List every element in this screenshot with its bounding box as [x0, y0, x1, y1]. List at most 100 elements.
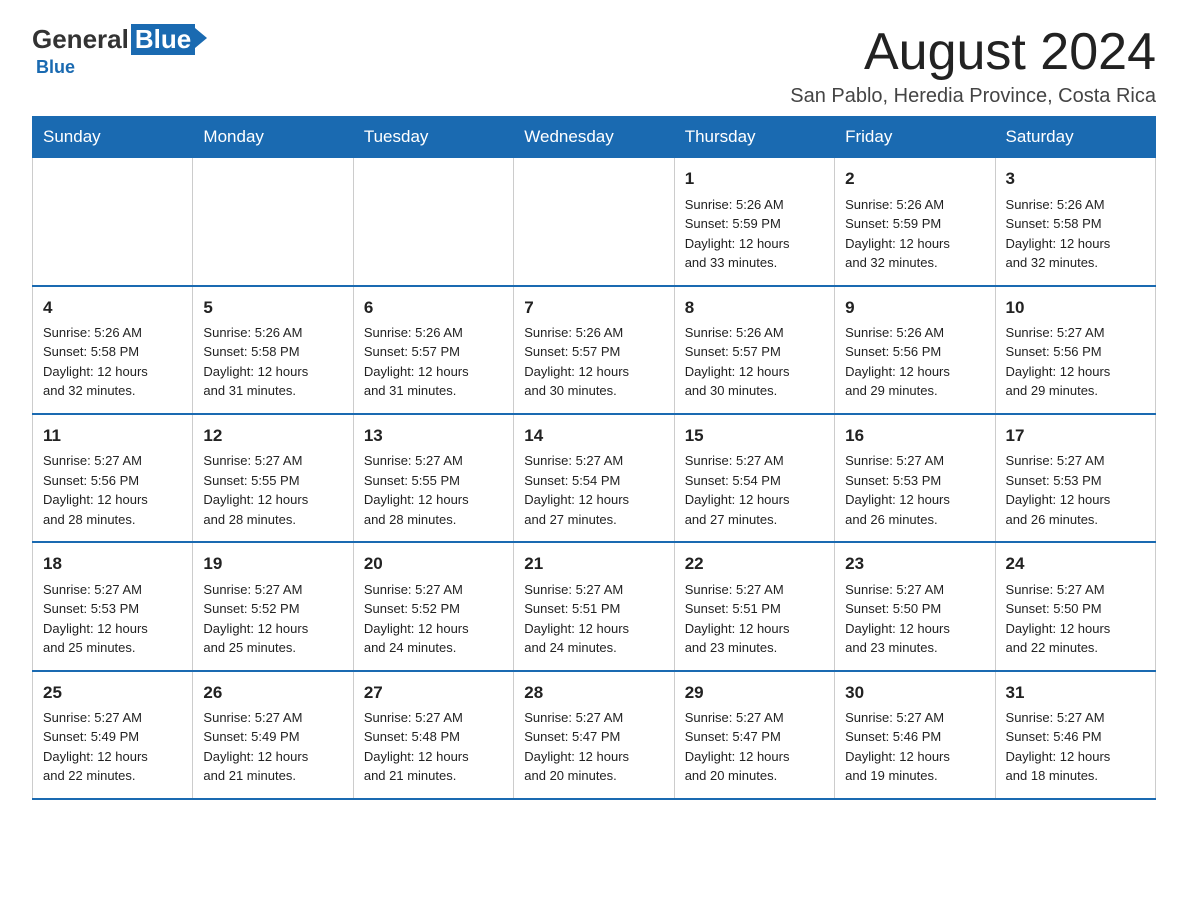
day-number: 12 — [203, 423, 342, 449]
calendar-cell: 5Sunrise: 5:26 AMSunset: 5:58 PMDaylight… — [193, 286, 353, 414]
day-info: Sunrise: 5:27 AMSunset: 5:46 PMDaylight:… — [845, 708, 984, 786]
day-info: Sunrise: 5:27 AMSunset: 5:48 PMDaylight:… — [364, 708, 503, 786]
day-number: 1 — [685, 166, 824, 192]
calendar-cell: 3 Sunrise: 5:26 AMSunset: 5:58 PMDaylight… — [995, 158, 1155, 286]
header: General Blue Blue August 2024 San Pablo,… — [32, 24, 1156, 108]
day-number: 28 — [524, 680, 663, 706]
calendar-cell: 16Sunrise: 5:27 AMSunset: 5:53 PMDayligh… — [835, 414, 995, 542]
day-number: 6 — [364, 295, 503, 321]
calendar-body: 1 Sunrise: 5:26 AMSunset: 5:59 PMDaylight… — [33, 158, 1156, 799]
title-area: August 2024 San Pablo, Heredia Province,… — [790, 24, 1156, 108]
week-row-3: 11Sunrise: 5:27 AMSunset: 5:56 PMDayligh… — [33, 414, 1156, 542]
calendar-cell: 4Sunrise: 5:26 AMSunset: 5:58 PMDaylight… — [33, 286, 193, 414]
calendar-cell: 23Sunrise: 5:27 AMSunset: 5:50 PMDayligh… — [835, 542, 995, 670]
day-number: 10 — [1006, 295, 1145, 321]
day-info: Sunrise: 5:26 AMSunset: 5:59 PMDaylight:… — [685, 195, 824, 273]
day-info: Sunrise: 5:27 AMSunset: 5:47 PMDaylight:… — [524, 708, 663, 786]
day-info: Sunrise: 5:27 AMSunset: 5:53 PMDaylight:… — [1006, 451, 1145, 529]
day-number: 9 — [845, 295, 984, 321]
calendar-cell — [514, 158, 674, 286]
day-info: Sunrise: 5:26 AMSunset: 5:58 PMDaylight:… — [43, 323, 182, 401]
day-number: 24 — [1006, 551, 1145, 577]
calendar-cell — [193, 158, 353, 286]
day-info: Sunrise: 5:27 AMSunset: 5:56 PMDaylight:… — [1006, 323, 1145, 401]
calendar-cell: 6Sunrise: 5:26 AMSunset: 5:57 PMDaylight… — [353, 286, 513, 414]
calendar-cell: 19 Sunrise: 5:27 AMSunset: 5:52 PMDayligh… — [193, 542, 353, 670]
calendar-cell: 26Sunrise: 5:27 AMSunset: 5:49 PMDayligh… — [193, 671, 353, 799]
day-number: 23 — [845, 551, 984, 577]
calendar-cell: 14Sunrise: 5:27 AMSunset: 5:54 PMDayligh… — [514, 414, 674, 542]
week-row-4: 18 Sunrise: 5:27 AMSunset: 5:53 PMDayligh… — [33, 542, 1156, 670]
calendar-cell: 20Sunrise: 5:27 AMSunset: 5:52 PMDayligh… — [353, 542, 513, 670]
week-row-1: 1 Sunrise: 5:26 AMSunset: 5:59 PMDaylight… — [33, 158, 1156, 286]
day-number: 13 — [364, 423, 503, 449]
month-title: August 2024 — [790, 24, 1156, 81]
day-number: 15 — [685, 423, 824, 449]
day-number: 4 — [43, 295, 182, 321]
day-info: Sunrise: 5:26 AMSunset: 5:57 PMDaylight:… — [685, 323, 824, 401]
day-info: Sunrise: 5:26 AMSunset: 5:59 PMDaylight:… — [845, 195, 984, 273]
calendar-cell — [353, 158, 513, 286]
day-info: Sunrise: 5:27 AMSunset: 5:52 PMDaylight:… — [203, 580, 342, 658]
day-info: Sunrise: 5:27 AMSunset: 5:54 PMDaylight:… — [524, 451, 663, 529]
day-info: Sunrise: 5:27 AMSunset: 5:49 PMDaylight:… — [203, 708, 342, 786]
day-info: Sunrise: 5:27 AMSunset: 5:51 PMDaylight:… — [685, 580, 824, 658]
logo: General Blue Blue — [32, 24, 195, 78]
logo-general-text: General — [32, 24, 129, 55]
weekday-header-thursday: Thursday — [674, 117, 834, 158]
calendar-cell: 21Sunrise: 5:27 AMSunset: 5:51 PMDayligh… — [514, 542, 674, 670]
day-number: 18 — [43, 551, 182, 577]
day-number: 14 — [524, 423, 663, 449]
day-info: Sunrise: 5:26 AMSunset: 5:58 PMDaylight:… — [1006, 195, 1145, 273]
day-number: 3 — [1006, 166, 1145, 192]
day-number: 31 — [1006, 680, 1145, 706]
day-info: Sunrise: 5:27 AMSunset: 5:55 PMDaylight:… — [364, 451, 503, 529]
day-info: Sunrise: 5:27 AMSunset: 5:50 PMDaylight:… — [1006, 580, 1145, 658]
day-number: 25 — [43, 680, 182, 706]
day-info: Sunrise: 5:27 AMSunset: 5:47 PMDaylight:… — [685, 708, 824, 786]
day-number: 19 — [203, 551, 342, 577]
week-row-2: 4Sunrise: 5:26 AMSunset: 5:58 PMDaylight… — [33, 286, 1156, 414]
logo-blue-label: Blue — [36, 57, 75, 78]
calendar-cell: 11Sunrise: 5:27 AMSunset: 5:56 PMDayligh… — [33, 414, 193, 542]
calendar-cell: 30Sunrise: 5:27 AMSunset: 5:46 PMDayligh… — [835, 671, 995, 799]
day-number: 2 — [845, 166, 984, 192]
day-number: 17 — [1006, 423, 1145, 449]
day-info: Sunrise: 5:27 AMSunset: 5:53 PMDaylight:… — [43, 580, 182, 658]
day-info: Sunrise: 5:27 AMSunset: 5:56 PMDaylight:… — [43, 451, 182, 529]
calendar-cell: 2 Sunrise: 5:26 AMSunset: 5:59 PMDaylight… — [835, 158, 995, 286]
day-number: 22 — [685, 551, 824, 577]
day-number: 11 — [43, 423, 182, 449]
logo-blue-box: Blue — [131, 24, 195, 55]
location-title: San Pablo, Heredia Province, Costa Rica — [790, 85, 1156, 108]
calendar-cell: 22 Sunrise: 5:27 AMSunset: 5:51 PMDayligh… — [674, 542, 834, 670]
calendar-cell: 7Sunrise: 5:26 AMSunset: 5:57 PMDaylight… — [514, 286, 674, 414]
day-number: 7 — [524, 295, 663, 321]
day-number: 16 — [845, 423, 984, 449]
day-info: Sunrise: 5:27 AMSunset: 5:52 PMDaylight:… — [364, 580, 503, 658]
calendar-cell: 10Sunrise: 5:27 AMSunset: 5:56 PMDayligh… — [995, 286, 1155, 414]
day-info: Sunrise: 5:27 AMSunset: 5:55 PMDaylight:… — [203, 451, 342, 529]
day-number: 26 — [203, 680, 342, 706]
week-row-5: 25 Sunrise: 5:27 AMSunset: 5:49 PMDayligh… — [33, 671, 1156, 799]
calendar-cell: 12Sunrise: 5:27 AMSunset: 5:55 PMDayligh… — [193, 414, 353, 542]
day-info: Sunrise: 5:26 AMSunset: 5:57 PMDaylight:… — [524, 323, 663, 401]
weekday-header-saturday: Saturday — [995, 117, 1155, 158]
calendar-cell: 24 Sunrise: 5:27 AMSunset: 5:50 PMDayligh… — [995, 542, 1155, 670]
calendar-table: SundayMondayTuesdayWednesdayThursdayFrid… — [32, 116, 1156, 800]
calendar-cell: 9Sunrise: 5:26 AMSunset: 5:56 PMDaylight… — [835, 286, 995, 414]
calendar-cell: 31Sunrise: 5:27 AMSunset: 5:46 PMDayligh… — [995, 671, 1155, 799]
calendar-cell — [33, 158, 193, 286]
day-number: 27 — [364, 680, 503, 706]
calendar-cell: 15Sunrise: 5:27 AMSunset: 5:54 PMDayligh… — [674, 414, 834, 542]
day-number: 8 — [685, 295, 824, 321]
calendar-cell: 8Sunrise: 5:26 AMSunset: 5:57 PMDaylight… — [674, 286, 834, 414]
weekday-header-friday: Friday — [835, 117, 995, 158]
weekday-header-sunday: Sunday — [33, 117, 193, 158]
day-info: Sunrise: 5:26 AMSunset: 5:56 PMDaylight:… — [845, 323, 984, 401]
day-info: Sunrise: 5:27 AMSunset: 5:54 PMDaylight:… — [685, 451, 824, 529]
day-number: 29 — [685, 680, 824, 706]
day-info: Sunrise: 5:27 AMSunset: 5:53 PMDaylight:… — [845, 451, 984, 529]
calendar-cell: 18 Sunrise: 5:27 AMSunset: 5:53 PMDayligh… — [33, 542, 193, 670]
weekday-header-row: SundayMondayTuesdayWednesdayThursdayFrid… — [33, 117, 1156, 158]
